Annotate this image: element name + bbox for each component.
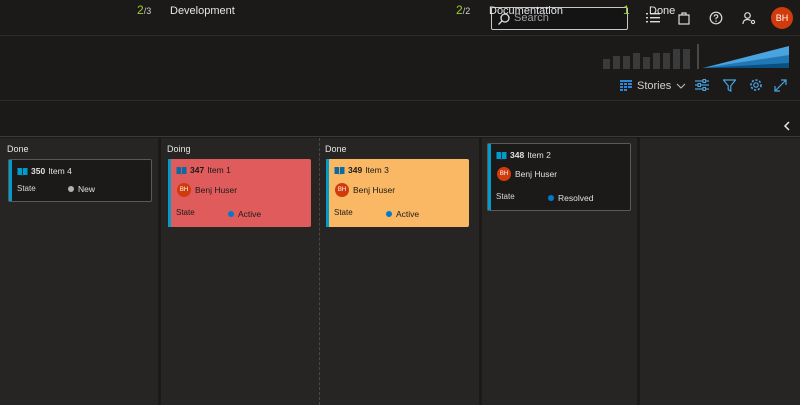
- state-label: State: [496, 192, 515, 201]
- work-item-id: 348: [510, 150, 525, 160]
- state-field[interactable]: New: [68, 184, 95, 194]
- cumulative-flow-chart-icon[interactable]: [603, 43, 789, 74]
- user-settings-icon[interactable]: [740, 9, 758, 27]
- work-item-card-347[interactable]: 347 Item 1 BH Benj Huser State Active: [168, 159, 311, 227]
- state-value: Active: [238, 209, 262, 219]
- state-field[interactable]: Active: [228, 209, 261, 219]
- collapse-column-icon[interactable]: [778, 117, 796, 135]
- assignee-avatar: BH: [177, 183, 191, 197]
- lane-title-doing: Doing: [167, 144, 191, 154]
- work-item-id: 350: [31, 166, 46, 176]
- column-title-development[interactable]: Development: [170, 5, 235, 17]
- state-dot: [386, 211, 392, 217]
- chevron-down-icon: [676, 83, 686, 89]
- state-label: State: [176, 208, 195, 217]
- work-item-title[interactable]: Item 1: [207, 165, 231, 175]
- column-count-documentation: 1: [623, 3, 630, 17]
- column-header-row: [0, 115, 800, 137]
- work-item-card-349[interactable]: 349 Item 3 BH Benj Huser State Active: [326, 159, 469, 227]
- assignee-name: Benj Huser: [195, 185, 238, 195]
- settings-gear-icon[interactable]: [748, 77, 764, 93]
- state-field[interactable]: Active: [386, 209, 419, 219]
- column-title-done[interactable]: Done: [649, 5, 675, 17]
- user-story-icon: [17, 167, 28, 176]
- state-field[interactable]: Resolved: [548, 193, 593, 203]
- card-accent-bar: [326, 159, 329, 227]
- assignee-avatar: BH: [497, 167, 511, 181]
- assigned-to-field[interactable]: BH Benj Huser: [335, 183, 395, 197]
- work-item-card-348[interactable]: 348 Item 2 BH Benj Huser State Resolved: [487, 143, 631, 211]
- work-item-title[interactable]: Item 2: [527, 150, 551, 160]
- backlog-level-selector[interactable]: Stories: [620, 78, 686, 94]
- assignee-avatar: BH: [335, 183, 349, 197]
- column-count-first: 2/3: [137, 3, 152, 17]
- work-item-card-350[interactable]: 350 Item 4 State New: [8, 159, 152, 202]
- state-value: New: [78, 184, 96, 194]
- work-item-id: 347: [190, 165, 205, 175]
- assigned-to-field[interactable]: BH Benj Huser: [497, 167, 557, 181]
- card-accent-bar: [168, 159, 171, 227]
- lane-title-done: Done: [325, 144, 347, 154]
- help-icon[interactable]: [707, 9, 725, 27]
- shopping-bag-icon[interactable]: [675, 9, 693, 27]
- state-dot: [548, 195, 554, 201]
- assigned-to-field[interactable]: BH Benj Huser: [177, 183, 237, 197]
- assignee-name: Benj Huser: [353, 185, 396, 195]
- state-value: Resolved: [558, 193, 594, 203]
- work-item-title[interactable]: Item 3: [365, 165, 389, 175]
- lane-title: Done: [7, 144, 29, 154]
- user-story-icon: [334, 166, 345, 175]
- state-label: State: [334, 208, 353, 217]
- state-dot: [228, 211, 234, 217]
- fullscreen-icon[interactable]: [772, 77, 788, 93]
- column-title-documentation[interactable]: Documentation: [489, 5, 563, 17]
- card-accent-bar: [488, 144, 491, 210]
- lane-done: [640, 138, 800, 405]
- state-value: Active: [396, 209, 420, 219]
- column-count-development: 2/2: [456, 3, 471, 17]
- view-options-icon[interactable]: [694, 77, 710, 93]
- state-dot: [68, 186, 74, 192]
- card-accent-bar: [9, 160, 12, 201]
- work-item-id: 349: [348, 165, 363, 175]
- work-item-title[interactable]: Item 4: [48, 166, 72, 176]
- backlog-level-label: Stories: [637, 80, 672, 92]
- state-label: State: [17, 184, 36, 193]
- user-story-icon: [176, 166, 187, 175]
- user-avatar[interactable]: BH: [771, 7, 793, 29]
- user-story-icon: [496, 151, 507, 160]
- split-lane-divider: [319, 138, 320, 405]
- board-grid-icon: [620, 80, 632, 91]
- assignee-name: Benj Huser: [515, 169, 558, 179]
- filter-icon[interactable]: [721, 77, 737, 93]
